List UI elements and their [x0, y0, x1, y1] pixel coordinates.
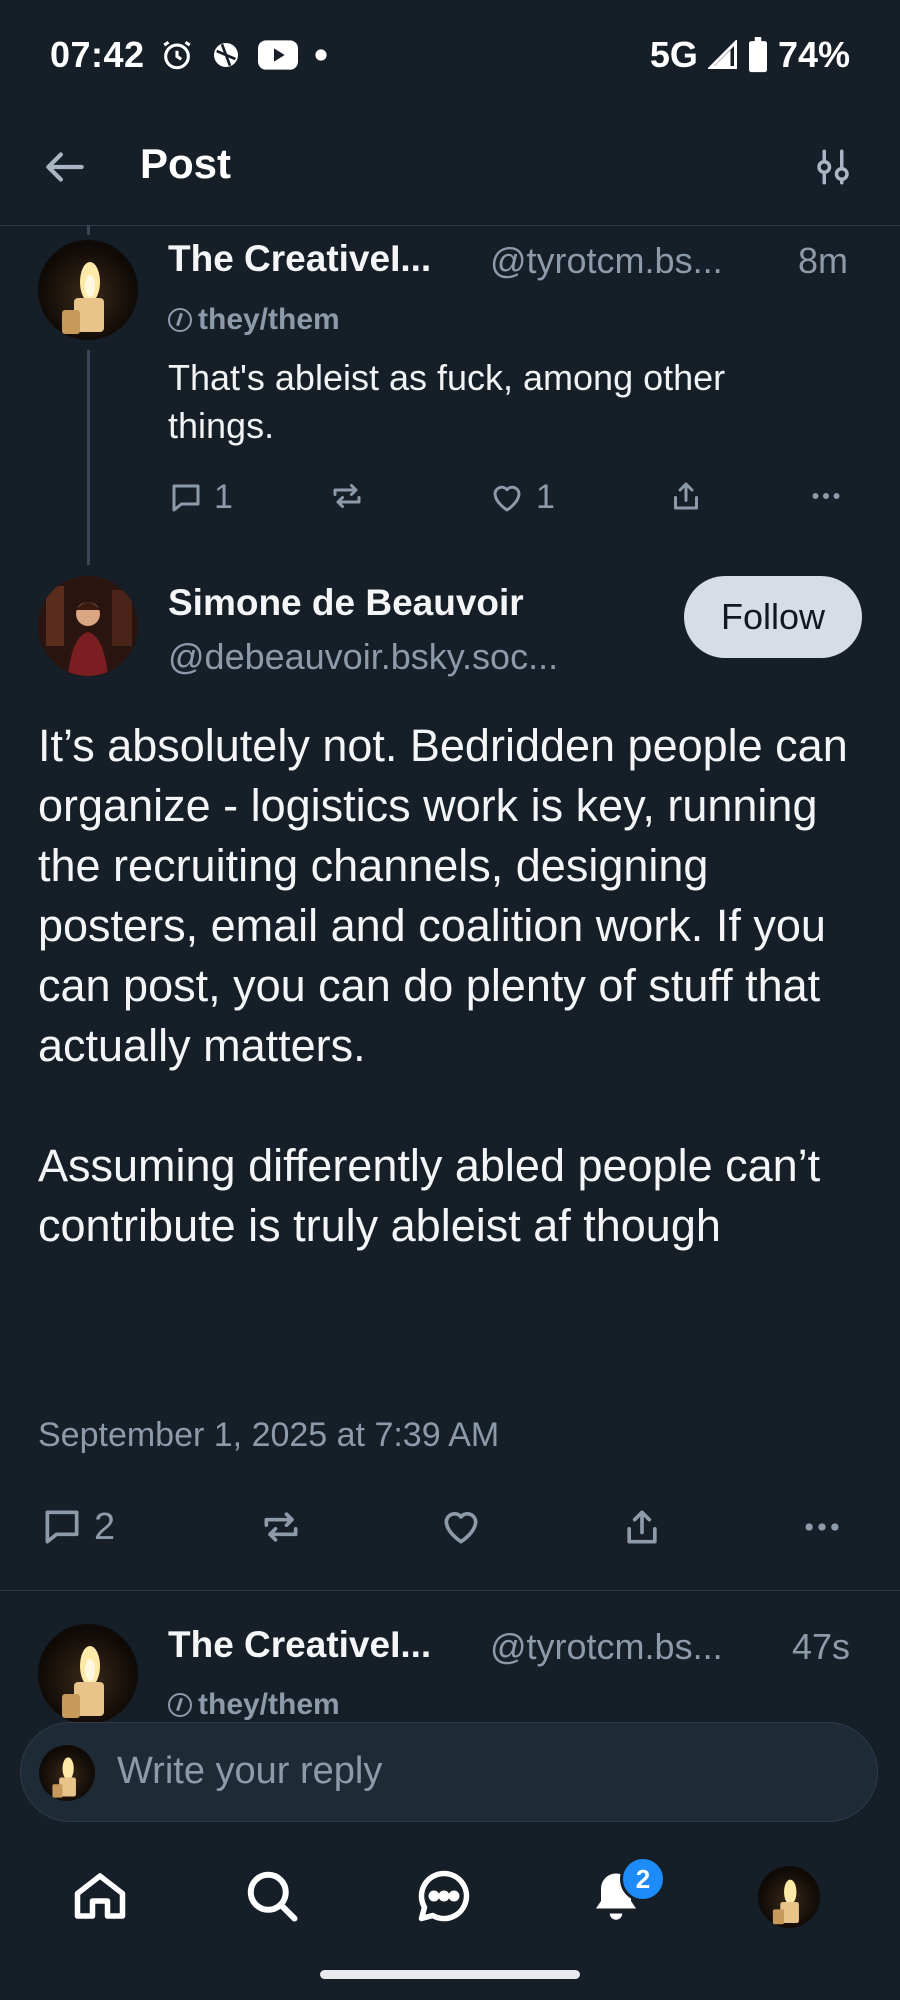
- back-arrow-icon[interactable]: [40, 142, 90, 192]
- page-title: Post: [140, 140, 232, 187]
- pronoun-icon: [168, 308, 192, 332]
- reply-input[interactable]: Write your reply: [117, 1750, 382, 1793]
- share-icon: [620, 1505, 664, 1549]
- main-more-button[interactable]: [798, 1505, 846, 1549]
- heart-icon: [488, 480, 526, 516]
- main-like-button[interactable]: [438, 1505, 484, 1549]
- reply-handle[interactable]: @tyrotcm.bs...: [490, 1626, 723, 1668]
- parent-post-text: That's ableist as fuck, among other thin…: [168, 357, 726, 446]
- repost-icon: [328, 478, 366, 514]
- parent-handle[interactable]: @tyrotcm.bs...: [490, 240, 723, 282]
- battery-percent: 74%: [777, 34, 850, 75]
- reply-display-name[interactable]: The CreativeI...: [168, 1624, 431, 1666]
- signal-icon: [707, 40, 738, 70]
- main-share-button[interactable]: [620, 1505, 664, 1549]
- profile-avatar[interactable]: [758, 1866, 820, 1928]
- pronoun-label: they/them: [198, 303, 340, 336]
- reply-composer[interactable]: Write your reply: [20, 1722, 878, 1822]
- parent-like-button[interactable]: 1: [488, 478, 555, 517]
- parent-more-button[interactable]: [806, 478, 846, 514]
- gesture-bar[interactable]: [320, 1970, 580, 1979]
- alarm-icon: [160, 38, 194, 72]
- sports-ball-icon: [210, 39, 242, 71]
- thread-line: [87, 350, 90, 565]
- battery-icon: [748, 37, 768, 73]
- like-count: 1: [536, 478, 555, 516]
- parent-reply-button[interactable]: 1: [168, 478, 233, 517]
- status-time: 07:42: [50, 34, 145, 75]
- main-handle[interactable]: @debeauvoir.bsky.soc...: [168, 636, 558, 678]
- status-right: 5G 74%: [650, 34, 850, 76]
- thread-line-top: [87, 225, 90, 235]
- parent-display-name[interactable]: The CreativeI...: [168, 238, 431, 280]
- chat-icon[interactable]: [414, 1866, 474, 1926]
- main-reply-button[interactable]: 2: [40, 1505, 115, 1549]
- post-header: Post: [0, 110, 900, 226]
- home-icon[interactable]: [70, 1866, 130, 1926]
- parent-pronouns: they/them: [168, 303, 340, 337]
- avatar[interactable]: [38, 240, 138, 340]
- share-icon: [668, 478, 704, 514]
- more-icon: [798, 1505, 846, 1549]
- avatar: [39, 1745, 95, 1801]
- follow-button[interactable]: Follow: [684, 576, 862, 658]
- reply-time: 47s: [792, 1626, 851, 1667]
- reply-icon: [168, 480, 204, 516]
- divider: [0, 1590, 900, 1591]
- reply-count: 1: [214, 478, 233, 516]
- main-display-name[interactable]: Simone de Beauvoir: [168, 582, 524, 624]
- heart-icon: [438, 1505, 484, 1549]
- post-date: September 1, 2025 at 7:39 AM: [38, 1416, 500, 1454]
- avatar[interactable]: [38, 1624, 138, 1724]
- parent-share-button[interactable]: [668, 478, 704, 514]
- reply-pronouns: they/them: [168, 1688, 340, 1722]
- more-icon: [806, 478, 846, 514]
- main-repost-button[interactable]: [258, 1505, 304, 1549]
- reply-icon: [40, 1505, 84, 1549]
- bottom-nav: 2: [0, 1850, 900, 1950]
- main-post-text: It’s absolutely not. Bedridden people ca…: [38, 720, 848, 1251]
- network-label: 5G: [649, 34, 698, 75]
- repost-icon: [258, 1505, 304, 1549]
- pronoun-label: they/them: [198, 1688, 340, 1721]
- notification-badge: 2: [620, 1856, 666, 1902]
- pronoun-icon: [168, 1693, 192, 1717]
- thread-settings-icon[interactable]: [812, 146, 854, 188]
- parent-time: 8m: [798, 240, 849, 281]
- youtube-icon: [258, 39, 298, 71]
- dot-icon: [314, 48, 328, 62]
- reply-count: 2: [94, 1505, 116, 1548]
- status-notification-icons: [160, 38, 328, 72]
- avatar[interactable]: [38, 576, 138, 676]
- search-icon[interactable]: [242, 1866, 302, 1926]
- status-bar: 07:42 5G 74%: [0, 0, 900, 110]
- parent-repost-button[interactable]: [328, 478, 366, 514]
